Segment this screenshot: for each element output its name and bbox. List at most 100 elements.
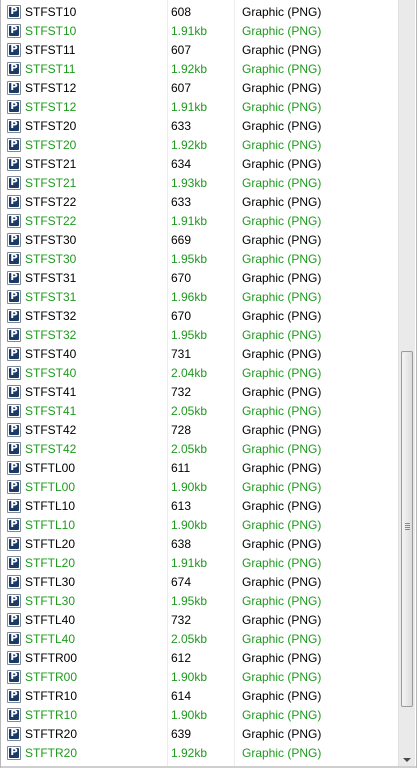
list-item[interactable]: P STFST32 670 Graphic (PNG) [2,306,397,325]
list-item[interactable]: P STFTL00 611 Graphic (PNG) [2,458,397,477]
list-item[interactable]: P STFTR10 614 Graphic (PNG) [2,686,397,705]
list-item[interactable]: P STFTL20 638 Graphic (PNG) [2,534,397,553]
name-cell: P STFST22 [2,213,165,228]
list-item[interactable]: P STFTR00 1.90kb Graphic (PNG) [2,667,397,686]
list-item[interactable]: P STFST41 732 Graphic (PNG) [2,382,397,401]
file-name: STFST40 [25,346,77,361]
list-item[interactable]: P STFTR00 612 Graphic (PNG) [2,648,397,667]
list-item[interactable]: P STFST20 1.92kb Graphic (PNG) [2,135,397,154]
list-item[interactable]: P STFST42 2.05kb Graphic (PNG) [2,439,397,458]
png-file-icon: P [7,422,21,437]
name-cell: P STFST41 [2,384,165,399]
png-file-icon: P [7,156,21,171]
list-item[interactable]: P STFTR10 1.90kb Graphic (PNG) [2,705,397,724]
list-item[interactable]: P STFST10 1.91kb Graphic (PNG) [2,21,397,40]
file-size: 613 [171,498,192,513]
list-item[interactable]: P STFTL20 1.91kb Graphic (PNG) [2,553,397,572]
list-item[interactable]: P STFST21 634 Graphic (PNG) [2,154,397,173]
list-item[interactable]: P STFST40 731 Graphic (PNG) [2,344,397,363]
png-file-icon-glyph: P [10,442,18,454]
file-size: 1.92kb [171,61,208,76]
file-name: STFST21 [25,175,77,190]
name-cell: P STFTR00 [2,669,165,684]
list-item[interactable]: P STFST11 607 Graphic (PNG) [2,40,397,59]
png-file-icon-glyph: P [10,708,18,720]
png-file-icon: P [7,479,21,494]
png-file-icon: P [7,80,21,95]
file-type: Graphic (PNG) [242,346,322,361]
list-item[interactable]: P STFST12 607 Graphic (PNG) [2,78,397,97]
file-name: STFST32 [25,327,77,342]
name-cell: P STFST30 [2,232,165,247]
list-item[interactable]: P STFST30 1.95kb Graphic (PNG) [2,249,397,268]
list-item[interactable]: P STFST42 728 Graphic (PNG) [2,420,397,439]
name-cell: P STFTL30 [2,574,165,589]
file-type: Graphic (PNG) [242,308,322,323]
file-size: 612 [171,650,192,665]
file-name: STFTL40 [25,612,76,627]
list-item[interactable]: P STFST41 2.05kb Graphic (PNG) [2,401,397,420]
png-file-icon: P [7,327,21,342]
name-cell: P STFST32 [2,327,165,342]
png-file-icon-glyph: P [10,499,18,511]
png-file-icon: P [7,346,21,361]
list-item[interactable]: P STFST12 1.91kb Graphic (PNG) [2,97,397,116]
list-item[interactable]: P STFST40 2.04kb Graphic (PNG) [2,363,397,382]
png-file-icon: P [7,403,21,418]
png-file-icon-glyph: P [10,404,18,416]
list-item[interactable]: P STFST10 608 Graphic (PNG) [2,2,397,21]
list-item[interactable]: P STFST22 633 Graphic (PNG) [2,192,397,211]
png-file-icon-glyph: P [10,252,18,264]
list-item[interactable]: P STFTL00 1.90kb Graphic (PNG) [2,477,397,496]
file-type: Graphic (PNG) [242,327,322,342]
list-item[interactable]: P STFTL10 613 Graphic (PNG) [2,496,397,515]
file-type: Graphic (PNG) [242,479,322,494]
scrollbar-thumb[interactable] [401,351,413,707]
list-item[interactable]: P STFTR20 639 Graphic (PNG) [2,724,397,743]
png-file-icon-glyph: P [10,195,18,207]
file-type: Graphic (PNG) [242,80,322,95]
file-name: STFTL10 [25,498,76,513]
file-size: 1.91kb [171,99,208,114]
file-type: Graphic (PNG) [242,99,322,114]
file-type: Graphic (PNG) [242,61,322,76]
name-cell: P STFST42 [2,441,165,456]
list-item[interactable]: P STFTL40 2.05kb Graphic (PNG) [2,629,397,648]
file-type: Graphic (PNG) [242,555,322,570]
list-item[interactable]: P STFTL30 1.95kb Graphic (PNG) [2,591,397,610]
vertical-scrollbar[interactable] [398,0,415,768]
list-item[interactable]: P STFTL10 1.90kb Graphic (PNG) [2,515,397,534]
file-name: STFST21 [25,156,77,171]
list-item[interactable]: P STFST11 1.92kb Graphic (PNG) [2,59,397,78]
list-item[interactable]: P STFST32 1.95kb Graphic (PNG) [2,325,397,344]
file-type: Graphic (PNG) [242,403,322,418]
list-item[interactable]: P STFST31 670 Graphic (PNG) [2,268,397,287]
file-type: Graphic (PNG) [242,232,322,247]
file-size: 1.90kb [171,669,208,684]
list-item[interactable]: P STFST22 1.91kb Graphic (PNG) [2,211,397,230]
list-item[interactable]: P STFST21 1.93kb Graphic (PNG) [2,173,397,192]
name-cell: P STFST11 [2,61,165,76]
png-file-icon: P [7,365,21,380]
file-size: 2.04kb [171,365,208,380]
list-item[interactable]: P STFST30 669 Graphic (PNG) [2,230,397,249]
list-item[interactable]: P STFTR20 1.92kb Graphic (PNG) [2,743,397,762]
list-item[interactable]: P STFST20 633 Graphic (PNG) [2,116,397,135]
file-type: Graphic (PNG) [242,23,322,38]
png-file-icon-glyph: P [10,594,18,606]
file-size: 1.91kb [171,555,208,570]
png-file-icon-glyph: P [10,461,18,473]
png-file-icon-glyph: P [10,385,18,397]
png-file-icon-glyph: P [10,62,18,74]
name-cell: P STFST32 [2,308,165,323]
file-name: STFTL10 [25,517,76,532]
list-item[interactable]: P STFTL40 732 Graphic (PNG) [2,610,397,629]
file-type: Graphic (PNG) [242,745,322,760]
list-item[interactable]: P STFTL30 674 Graphic (PNG) [2,572,397,591]
file-name: STFST41 [25,384,77,399]
png-file-icon: P [7,441,21,456]
file-type: Graphic (PNG) [242,726,322,741]
list-item[interactable]: P STFST31 1.96kb Graphic (PNG) [2,287,397,306]
file-type: Graphic (PNG) [242,4,322,19]
png-file-icon-glyph: P [10,309,18,321]
